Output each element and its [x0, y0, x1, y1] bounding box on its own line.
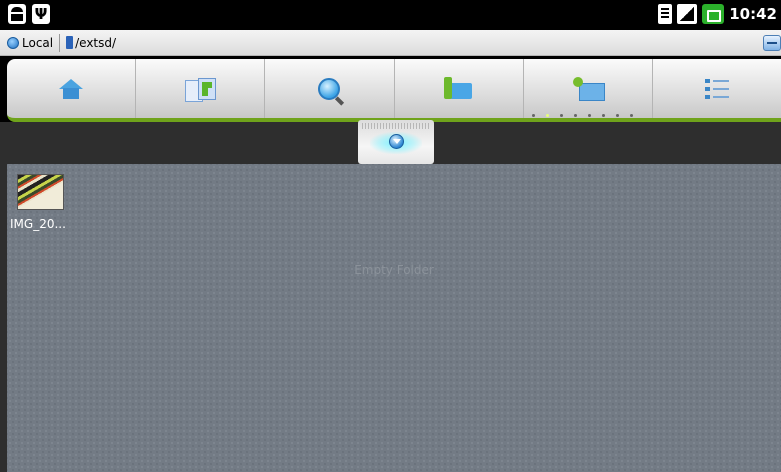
location-label[interactable]: Local — [22, 36, 53, 50]
search-icon — [318, 77, 341, 100]
home-icon — [59, 78, 84, 99]
file-grid: IMG_20... Empty Folder — [7, 164, 781, 472]
collapse-icon[interactable] — [763, 35, 781, 51]
settings-button[interactable] — [524, 59, 653, 118]
chevron-down-icon — [389, 134, 404, 149]
image-thumbnail — [17, 174, 64, 210]
list-view-button[interactable] — [653, 59, 781, 118]
usb-icon: Ψ — [32, 4, 50, 24]
status-right: 10:42 — [658, 4, 777, 24]
page-indicator — [531, 114, 633, 117]
signal-icon — [677, 4, 698, 24]
empty-folder-message: Empty Folder — [354, 263, 434, 277]
clock: 10:42 — [729, 5, 777, 23]
up-folder-button[interactable] — [395, 59, 524, 118]
status-bar: Ψ 10:42 — [0, 0, 781, 30]
file-label: IMG_20... — [10, 217, 66, 231]
path-separator — [59, 33, 61, 52]
path-bar: Local /extsd/ — [0, 30, 781, 56]
copy-button[interactable] — [136, 59, 266, 118]
home-button[interactable] — [7, 59, 137, 118]
android-icon — [8, 4, 26, 24]
copy-icon — [185, 77, 217, 102]
left-edge — [0, 164, 7, 472]
up-folder-icon — [443, 76, 474, 101]
toolbar — [7, 59, 781, 122]
list-view-icon — [704, 77, 729, 100]
battery-icon — [702, 4, 725, 24]
sd-card-icon — [658, 4, 673, 24]
folder-icon — [66, 36, 74, 49]
file-item[interactable]: IMG_20... — [10, 174, 80, 231]
current-path[interactable]: /extsd/ — [75, 36, 116, 50]
location-icon[interactable] — [7, 36, 19, 49]
search-button[interactable] — [265, 59, 395, 118]
settings-icon — [571, 76, 605, 101]
status-left: Ψ — [8, 4, 50, 24]
drawer-handle[interactable] — [358, 120, 434, 164]
